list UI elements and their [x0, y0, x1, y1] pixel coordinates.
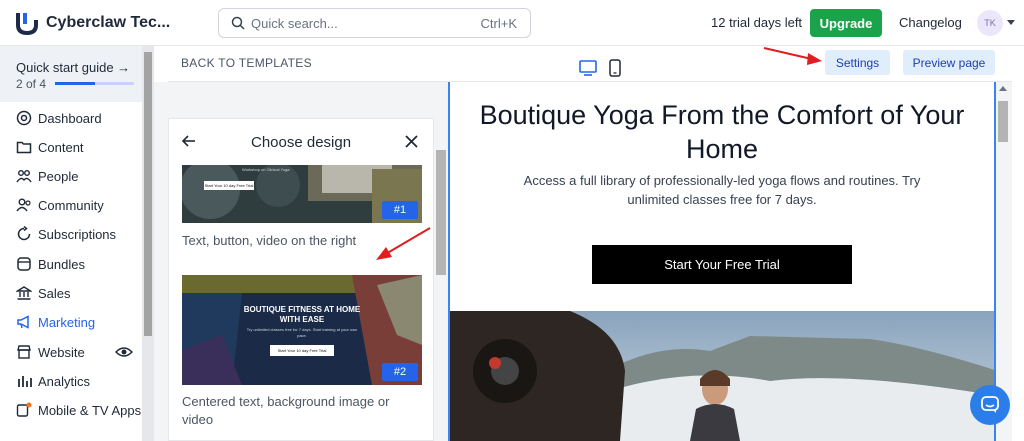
back-arrow-icon[interactable] [182, 134, 196, 148]
template-caption-2[interactable]: Centered text, background image or video [182, 393, 422, 429]
sidebar-item-label: Sales [38, 286, 71, 301]
changelog-link[interactable]: Changelog [899, 15, 962, 30]
search-input[interactable]: Quick search... Ctrl+K [218, 8, 531, 38]
sidebar-item-label: Dashboard [38, 111, 102, 126]
editor-toolbar: BACK TO TEMPLATES Settings Preview page [168, 46, 1012, 82]
account-menu-chevron-icon[interactable] [1007, 20, 1015, 25]
mobile-view-icon[interactable] [609, 59, 621, 77]
sidebar-item-label: Website [38, 345, 85, 360]
sidebar-item-dashboard[interactable]: Dashboard [0, 106, 142, 132]
template-badge-2: #2 [382, 363, 418, 381]
top-bar: Cyberclaw Tec... Quick search... Ctrl+K … [0, 0, 1024, 46]
hero-subtitle[interactable]: Access a full library of professionally-… [510, 171, 934, 209]
trial-days-text: 12 trial days left [711, 15, 803, 30]
sidebar-item-community[interactable]: Community [0, 193, 142, 219]
sidebar-item-marketing[interactable]: Marketing [0, 310, 142, 336]
hero-image[interactable] [450, 311, 994, 441]
desktop-view-icon[interactable] [579, 60, 597, 76]
mobile-icon [16, 402, 32, 417]
sidebar-item-bundles[interactable]: Bundles [0, 252, 142, 278]
eye-icon[interactable] [115, 344, 133, 360]
template-2-thumb-title: BOUTIQUE FITNESS AT HOME WITH EASE [243, 305, 361, 324]
choose-design-header: Choose design [169, 119, 433, 165]
sidebar-item-label: Subscriptions [38, 227, 117, 242]
bundles-icon [17, 257, 31, 271]
choose-design-panel: Choose design Workshop on Clinical Yoga … [168, 118, 434, 441]
search-icon [231, 16, 245, 30]
marketing-icon [17, 315, 29, 329]
template-caption-1[interactable]: Text, button, video on the right [182, 232, 422, 250]
sidebar-item-label: Community [38, 198, 104, 213]
template-thumbnail-2[interactable]: BOUTIQUE FITNESS AT HOME WITH EASE Try u… [182, 275, 422, 385]
quick-start-step: 2 of 4 [16, 77, 47, 91]
sidebar-item-people[interactable]: People [0, 164, 142, 190]
website-icon [17, 345, 31, 359]
sidebar-item-mobile-tv-apps[interactable]: Mobile & TV Apps [0, 398, 142, 424]
hero-image-artwork [450, 311, 994, 441]
sales-icon [16, 286, 32, 300]
template-1-thumb-text: Workshop on Clinical Yoga [242, 167, 290, 172]
sidebar-item-label: Marketing [38, 315, 96, 330]
template-2-thumb-text: Try unlimited classes free for 7 days. S… [246, 327, 358, 338]
template-badge-1: #1 [382, 201, 418, 219]
analytics-icon [18, 376, 32, 387]
template-thumbnail-1[interactable]: Workshop on Clinical Yoga Start Your 10 … [182, 165, 422, 223]
scroll-up-arrow-icon[interactable] [999, 86, 1007, 91]
sidebar-item-sales[interactable]: Sales [0, 281, 142, 307]
choose-design-title: Choose design [251, 134, 352, 151]
sidebar: Quick start guide → 2 of 4 Dashboard Con… [0, 46, 142, 441]
sidebar-item-label: People [38, 169, 79, 184]
preview-page-button[interactable]: Preview page [903, 50, 995, 75]
sidebar-scrollbar-thumb[interactable] [144, 52, 152, 336]
page-preview[interactable]: Boutique Yoga From the Comfort of Your H… [448, 82, 996, 441]
folder-icon [16, 141, 32, 154]
quick-start-guide[interactable]: Quick start guide → 2 of 4 [0, 46, 142, 102]
app-logo-icon[interactable] [16, 11, 38, 35]
quick-start-progress-fill [55, 82, 95, 85]
chat-icon [981, 396, 999, 413]
sidebar-item-content[interactable]: Content [0, 135, 142, 161]
brand-name[interactable]: Cyberclaw Tec... [46, 14, 170, 32]
chat-support-button[interactable] [970, 385, 1010, 425]
subscriptions-icon [17, 226, 31, 241]
settings-button[interactable]: Settings [825, 50, 890, 75]
start-free-trial-button[interactable]: Start Your Free Trial [592, 245, 852, 284]
template-2-thumb-button: Start Your 10 day Free Trial [270, 345, 334, 356]
template-1-thumb-button: Start Your 10 day Free Trial [204, 181, 254, 190]
sidebar-item-label: Bundles [38, 257, 85, 272]
sidebar-item-label: Mobile & TV Apps [38, 403, 142, 418]
back-to-templates-link[interactable]: BACK TO TEMPLATES [181, 56, 312, 70]
panel-scrollbar-thumb[interactable] [436, 150, 446, 275]
avatar[interactable]: TK [977, 10, 1003, 36]
search-placeholder: Quick search... [251, 16, 338, 31]
community-icon [16, 198, 31, 212]
dashboard-icon [16, 110, 32, 126]
quick-start-title: Quick start guide → [16, 60, 131, 75]
preview-scrollbar-thumb[interactable] [998, 101, 1008, 142]
search-shortcut: Ctrl+K [480, 16, 517, 31]
upgrade-button[interactable]: Upgrade [810, 9, 882, 37]
sidebar-item-label: Analytics [38, 374, 91, 389]
sidebar-item-analytics[interactable]: Analytics [0, 369, 142, 395]
people-icon [16, 170, 32, 183]
close-icon[interactable] [405, 135, 418, 148]
hero-title[interactable]: Boutique Yoga From the Comfort of Your H… [470, 98, 974, 166]
sidebar-item-website[interactable]: Website [0, 340, 142, 366]
sidebar-item-label: Content [38, 140, 84, 155]
quick-start-progress [55, 82, 134, 85]
sidebar-item-subscriptions[interactable]: Subscriptions [0, 222, 142, 248]
